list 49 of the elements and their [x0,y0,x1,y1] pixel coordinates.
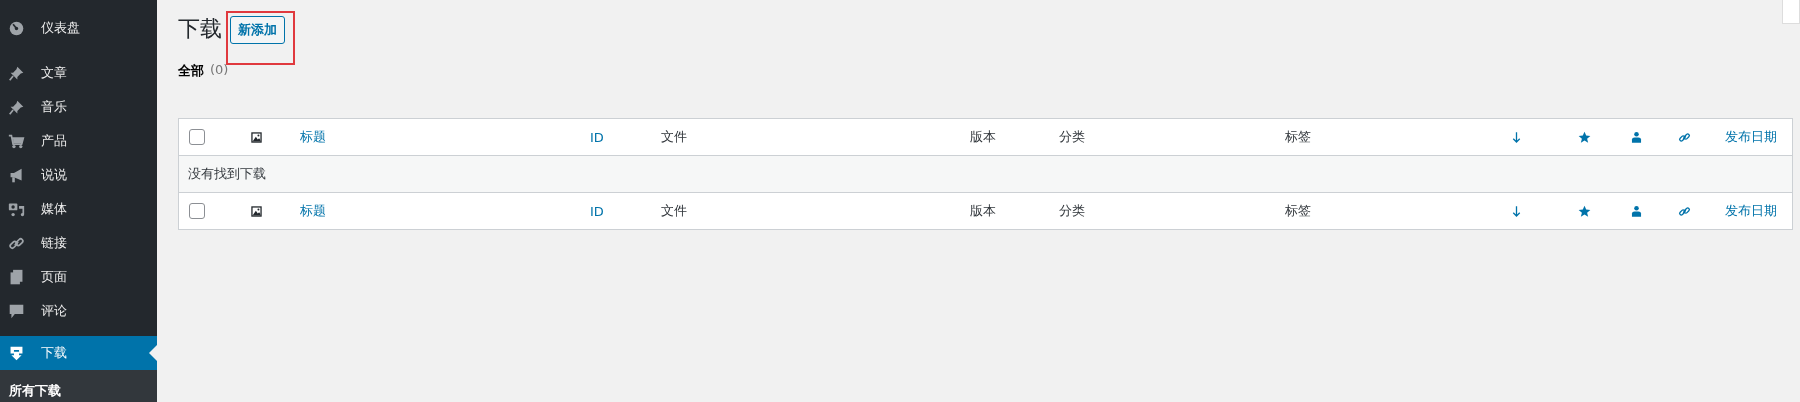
pages-icon [8,268,25,286]
column-header[interactable]: ID [590,129,604,145]
column-header[interactable]: ID [590,203,604,219]
menu-item[interactable]: 页面 [0,260,157,294]
image-icon [250,130,263,144]
column-header: 标签 [1285,202,1311,220]
link-icon [1678,130,1691,144]
arrow-down-icon [1510,204,1523,218]
download-icon [8,344,25,362]
star-icon [1578,204,1591,218]
pin-icon [8,98,25,116]
menu-item[interactable]: 评论 [0,294,157,328]
menu-item[interactable]: 链接 [0,226,157,260]
column-header: 分类 [1059,128,1085,146]
comment-icon [8,302,25,320]
megaphone-icon [8,166,25,184]
menu-item[interactable]: 文章 [0,56,157,90]
column-header: 标签 [1285,128,1311,146]
column-header: 分类 [1059,202,1085,220]
column-header[interactable]: 标题 [300,202,326,220]
arrow-down-icon [1510,130,1523,144]
link-icon [1678,204,1691,218]
filter-count: (0) [210,62,229,79]
cart-icon [8,132,25,150]
menu-item[interactable]: 媒体 [0,192,157,226]
gauge-icon [8,19,25,37]
menu-item[interactable]: 音乐 [0,90,157,124]
person-icon [1630,130,1643,144]
column-header[interactable]: 标题 [300,128,326,146]
column-header[interactable]: 发布日期 [1725,202,1777,220]
column-header: 版本 [970,128,996,146]
menu-item[interactable]: 产品 [0,124,157,158]
menu-item[interactable]: 仪表盘 [0,11,157,45]
star-icon [1578,130,1591,144]
checkbox[interactable] [189,203,205,219]
person-icon [1630,204,1643,218]
column-header: 文件 [661,128,687,146]
page-title: 下载 [178,15,222,43]
menu-item[interactable]: 下载 [0,336,157,370]
empty-message: 没有找到下载 [188,165,266,183]
add-new-button[interactable]: 新添加 [230,16,285,44]
column-header: 版本 [970,202,996,220]
filter-link[interactable]: 全部 [178,62,204,80]
menu-item[interactable]: 说说 [0,158,157,192]
pin-icon [8,64,25,82]
column-header[interactable]: 发布日期 [1725,128,1777,146]
image-icon [250,204,263,218]
checkbox[interactable] [189,129,205,145]
column-header: 文件 [661,202,687,220]
